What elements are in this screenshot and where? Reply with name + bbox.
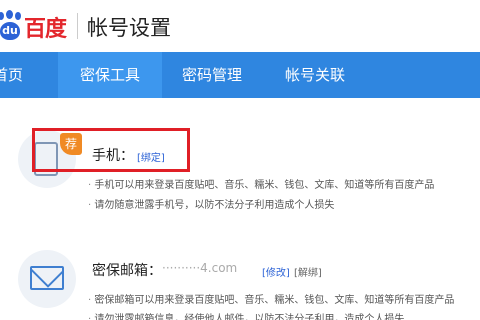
logo-mark: du — [0, 22, 20, 40]
phone-bullet-1: 手机可以用来登录百度贴吧、音乐、糯米、钱包、文库、知道等所有百度产品 — [88, 176, 434, 191]
paw-icon: du — [0, 10, 24, 40]
phone-label: 手机： — [92, 148, 134, 164]
email-icon-circle — [18, 250, 76, 308]
phone-bullet-2: 请勿随意泄露手机号，以防不法分子利用造成个人损失 — [88, 196, 334, 211]
unbind-email-link[interactable]: [解绑] — [294, 264, 322, 279]
header: du 百度 帐号设置 — [0, 0, 480, 52]
tab-security-tools[interactable]: 密保工具 — [58, 52, 162, 98]
logo-text: 百度 — [24, 17, 67, 42]
edit-email-link[interactable]: [修改] — [262, 264, 290, 279]
email-bullet-2: 请勿泄露邮箱信息，经使他人邮件，以防不法分子利用，造成个人损失 — [88, 310, 404, 320]
envelope-icon — [30, 266, 64, 290]
masked-email: ··········4.com — [162, 261, 238, 275]
email-bullet-1: 密保邮箱可以用来登录百度贴吧、音乐、糯米、钱包、文库、知道等所有百度产品 — [88, 291, 454, 306]
tab-password-management[interactable]: 密码管理 — [170, 52, 254, 98]
page-title: 帐号设置 — [87, 16, 171, 40]
recommend-badge: 荐 — [60, 133, 82, 155]
header-divider — [77, 13, 78, 39]
email-label: 密保邮箱： — [92, 263, 162, 279]
baidu-logo[interactable]: du 百度 — [0, 8, 67, 42]
bind-phone-link[interactable]: [绑定] — [137, 149, 165, 164]
tab-home[interactable]: 首页 — [0, 52, 38, 98]
tab-account-linking[interactable]: 帐号关联 — [272, 52, 358, 98]
main-nav: 首页 密保工具 密码管理 帐号关联 — [0, 52, 480, 98]
